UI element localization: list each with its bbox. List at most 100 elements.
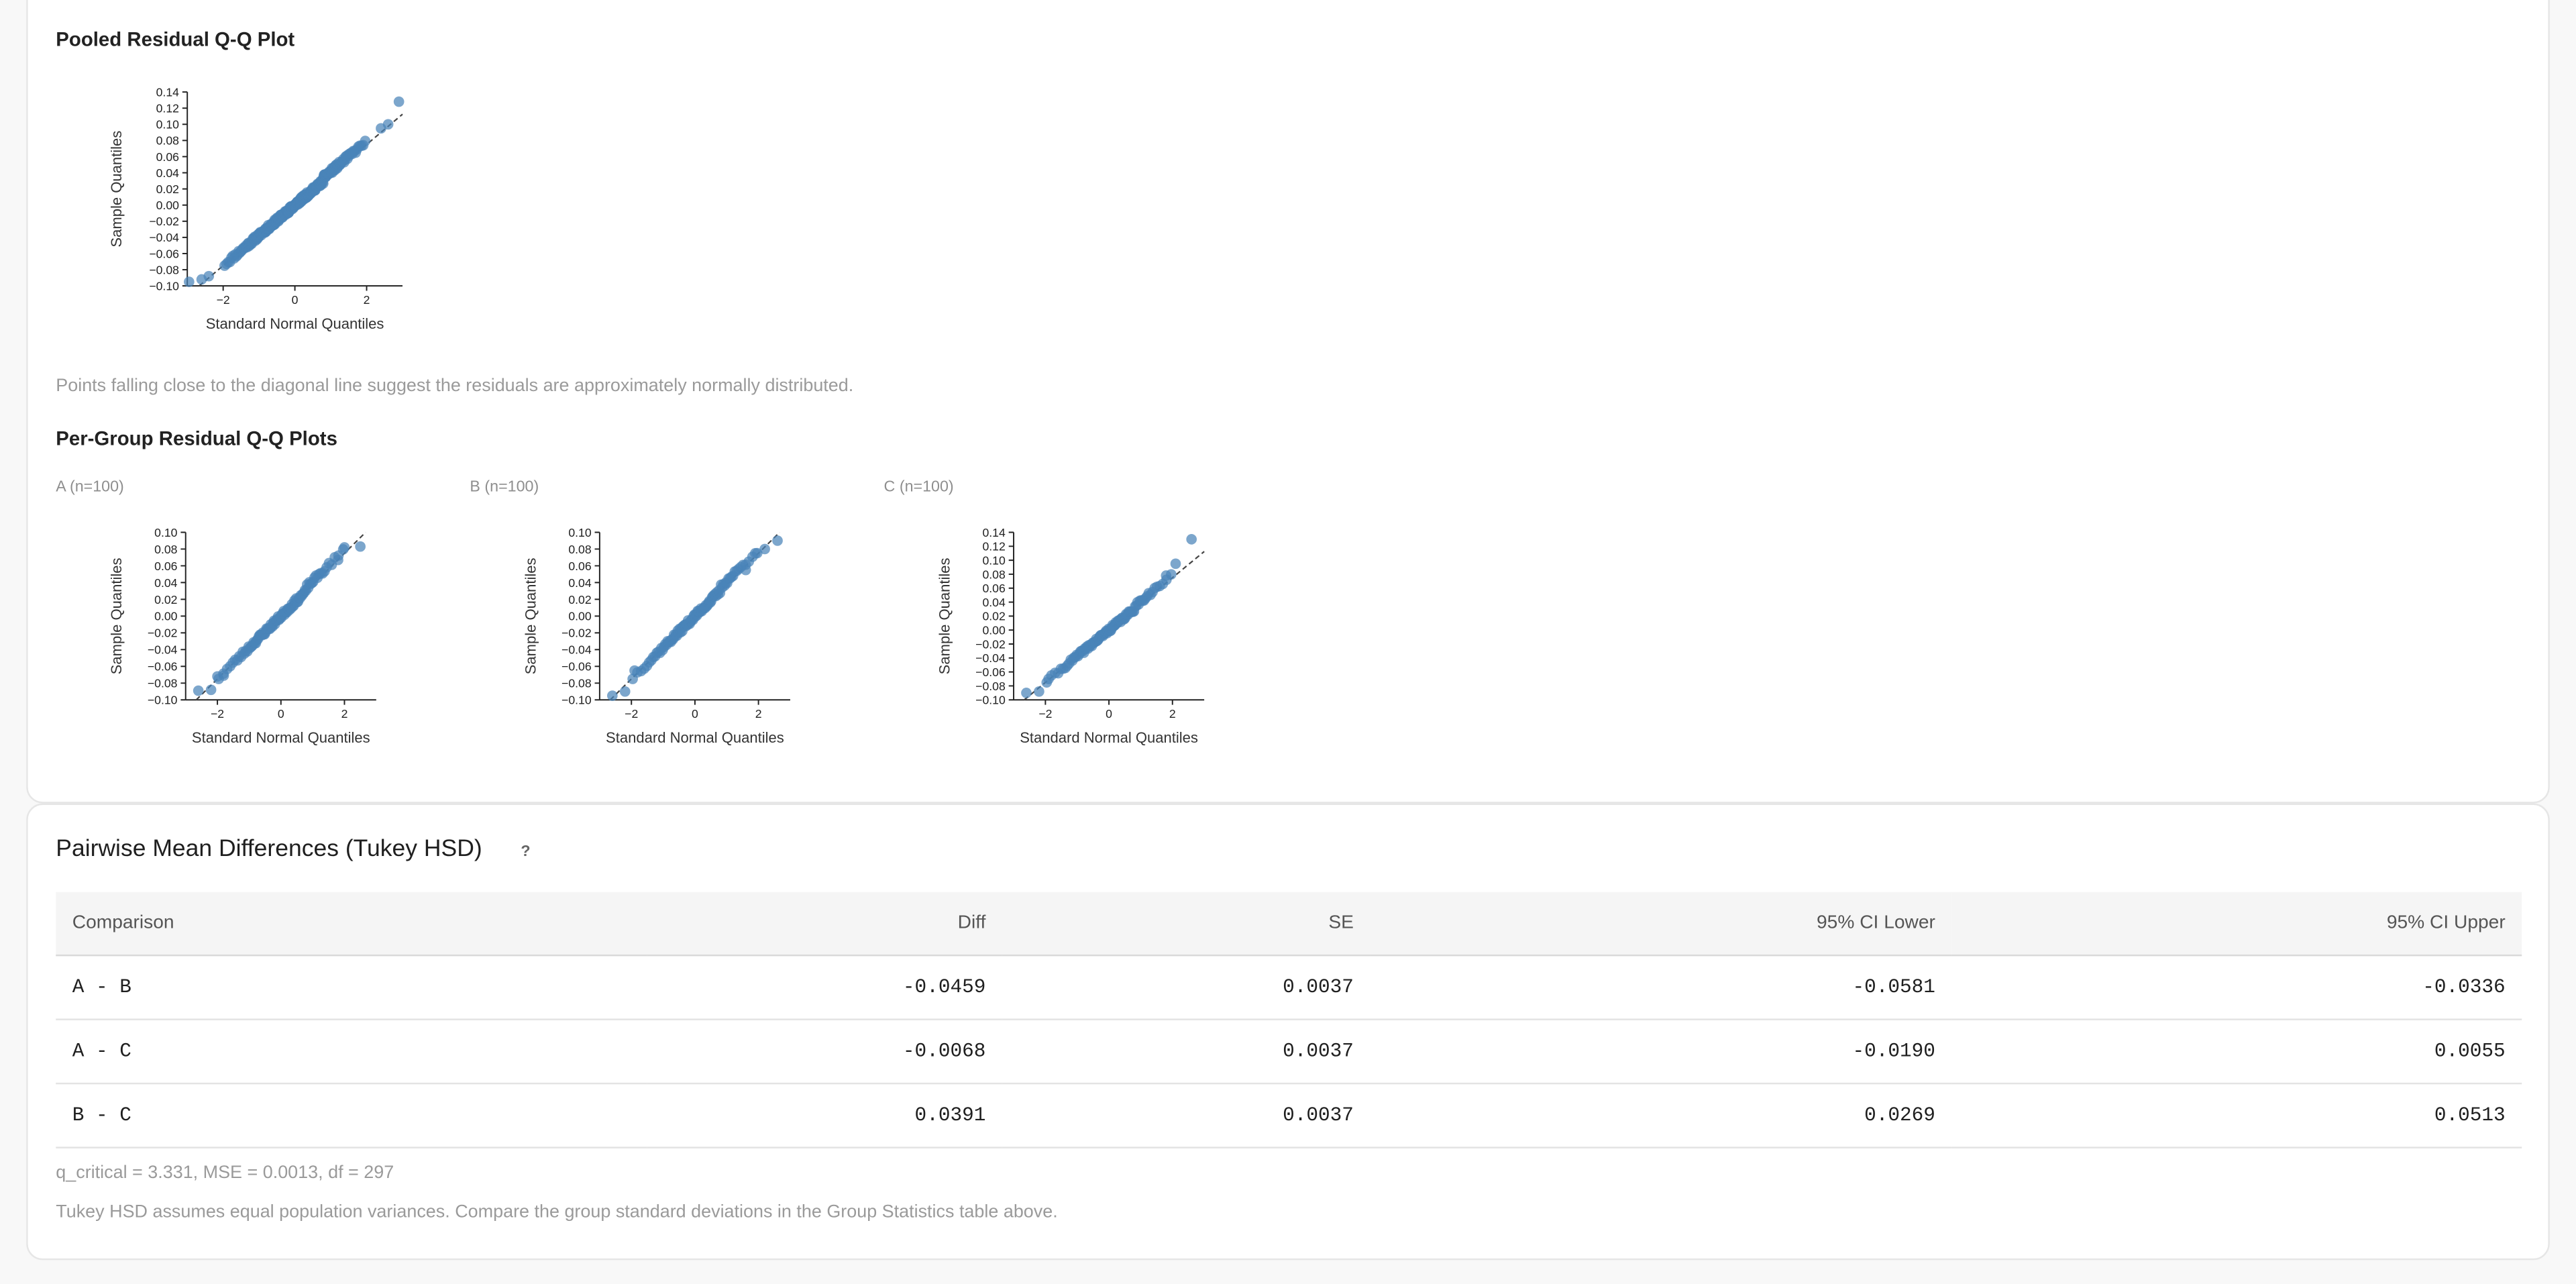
qq-point (629, 665, 640, 676)
col-se[interactable]: SE (1002, 892, 1371, 957)
cell-diff: -0.0459 (647, 955, 1002, 1020)
y-tick-label: −0.02 (149, 215, 179, 228)
table-row: A - C -0.0068 0.0037 -0.0190 0.0055 (56, 1019, 2522, 1085)
y-tick-label: 0.10 (982, 553, 1006, 567)
y-tick-label: 0.12 (982, 540, 1005, 553)
qq-point (1161, 570, 1172, 581)
qq-point (205, 684, 217, 696)
y-axis-label: Sample Quantiles (522, 557, 539, 674)
y-tick-label: 0.04 (154, 576, 178, 590)
qq-point (218, 670, 229, 681)
y-tick-label: 0.04 (156, 166, 180, 180)
qq-point (355, 541, 366, 552)
qq-point (772, 535, 783, 546)
y-tick-label: 0.02 (568, 593, 591, 606)
qq-point (606, 690, 618, 701)
table-row: B - C 0.0391 0.0037 0.0269 0.0513 (56, 1083, 2522, 1148)
x-axis-label: Standard Normal Quantiles (206, 315, 384, 332)
y-axis-label: Sample Quantiles (108, 557, 125, 674)
cell-comparison: A - C (56, 1019, 647, 1085)
table-header-row: Comparison Diff SE 95% CI Lower 95% CI U… (56, 892, 2522, 957)
pooled-qq-chart: −0.10 −0.08 −0.06 −0.04 −0.02 0.00 0.02 0.04 0.0… (108, 86, 405, 332)
page-frame: Pooled Residual Q-Q Plot −0.10 −0.08 −0.06… (0, 0, 2576, 1283)
x-tick-label: 0 (1106, 707, 1112, 720)
tukey-params: q_critical = 3.331, MSE = 0.0013, df = 2… (56, 1163, 394, 1183)
y-tick-label: 0.14 (982, 526, 1006, 539)
tukey-title: Pairwise Mean Differences (Tukey HSD) (56, 836, 482, 863)
cell-diff: 0.0391 (647, 1083, 1002, 1148)
y-tick-label: −0.02 (975, 637, 1006, 651)
qq-point (193, 685, 204, 696)
x-tick-label: 2 (755, 707, 762, 720)
col-ci-lower[interactable]: 95% CI Lower (1370, 892, 1952, 957)
y-tick-label: −0.06 (148, 660, 178, 674)
qq-points (184, 96, 405, 287)
y-tick-label: 0.08 (154, 543, 178, 556)
x-tick-label: 0 (692, 707, 698, 720)
qq-point (1043, 674, 1054, 684)
cell-ci-upper: -0.0336 (1951, 955, 2522, 1020)
y-tick-label: −0.06 (975, 665, 1006, 679)
x-tick-label: −2 (211, 707, 224, 720)
help-icon[interactable]: ? (521, 843, 530, 861)
cell-ci-upper: 0.0055 (1951, 1019, 2522, 1085)
qq-point (1186, 534, 1197, 545)
table-row: A - B -0.0459 0.0037 -0.0581 -0.0336 (56, 955, 2522, 1020)
y-tick-label: 0.06 (156, 150, 180, 164)
y-tick-label: 0.02 (154, 593, 177, 606)
y-tick-label: −0.10 (561, 694, 592, 707)
qq-point (339, 542, 350, 553)
cell-se: 0.0037 (1002, 1019, 1371, 1085)
y-tick-label: −0.04 (975, 651, 1006, 665)
x-tick-label: −2 (1038, 707, 1052, 720)
y-tick-label: 0.00 (156, 199, 180, 212)
y-tick-label: 0.02 (982, 610, 1005, 623)
qq-point (750, 547, 761, 559)
y-tick-label: 0.10 (154, 526, 178, 539)
qq-point (203, 270, 215, 282)
qq-points (193, 541, 366, 696)
y-tick-label: 0.08 (982, 568, 1006, 581)
col-comparison[interactable]: Comparison (56, 892, 647, 957)
x-axis-label: Standard Normal Quantiles (606, 729, 784, 746)
y-tick-label: −0.06 (561, 660, 592, 674)
y-tick-label: 0.10 (568, 526, 592, 539)
x-tick-label: −2 (625, 707, 638, 720)
group-c-label: C (n=100) (883, 478, 954, 496)
group-a-label: A (n=100) (56, 478, 124, 496)
y-tick-label: 0.06 (568, 559, 592, 573)
y-tick-label: 0.08 (568, 543, 592, 556)
col-ci-upper[interactable]: 95% CI Upper (1951, 892, 2522, 957)
group-a-qq-chart: −0.10 −0.08 −0.06 −0.04 −0.02 0.00 0.02 0.04 0.0… (108, 526, 376, 746)
pooled-qq-title: Pooled Residual Q-Q Plot (56, 28, 295, 51)
group-c-qq-chart: −0.10−0.08−0.06−0.04−0.020.000.020.040.0… (936, 526, 1205, 746)
y-tick-label: 0.00 (154, 610, 178, 623)
pooled-qq-note: Points falling close to the diagonal lin… (56, 376, 854, 396)
cell-se: 0.0037 (1002, 1083, 1371, 1148)
y-tick-label: −0.08 (149, 263, 179, 276)
qq-point (1021, 688, 1032, 698)
x-tick-label: 0 (278, 707, 284, 720)
y-tick-label: 0.08 (156, 134, 180, 148)
cell-se: 0.0037 (1002, 955, 1371, 1020)
y-tick-label: −0.08 (561, 677, 592, 690)
y-tick-label: 0.06 (982, 582, 1006, 595)
y-tick-label: 0.02 (156, 182, 179, 196)
y-tick-label: 0.10 (156, 118, 180, 131)
qq-point (184, 276, 195, 287)
y-tick-label: −0.08 (148, 677, 178, 690)
qq-points (606, 535, 783, 701)
qq-point (1170, 558, 1181, 570)
qq-point (393, 96, 405, 107)
x-tick-label: 2 (1169, 707, 1176, 720)
cell-diff: -0.0068 (647, 1019, 1002, 1085)
col-diff[interactable]: Diff (647, 892, 1002, 957)
qq-point (360, 136, 371, 146)
y-axis-label: Sample Quantiles (108, 131, 125, 248)
y-tick-label: −0.04 (148, 643, 178, 657)
cell-comparison: B - C (56, 1083, 647, 1148)
y-tick-label: −0.02 (561, 627, 592, 640)
y-tick-label: 0.00 (568, 610, 592, 623)
x-tick-label: −2 (217, 293, 230, 307)
cell-ci-lower: -0.0581 (1370, 955, 1952, 1020)
